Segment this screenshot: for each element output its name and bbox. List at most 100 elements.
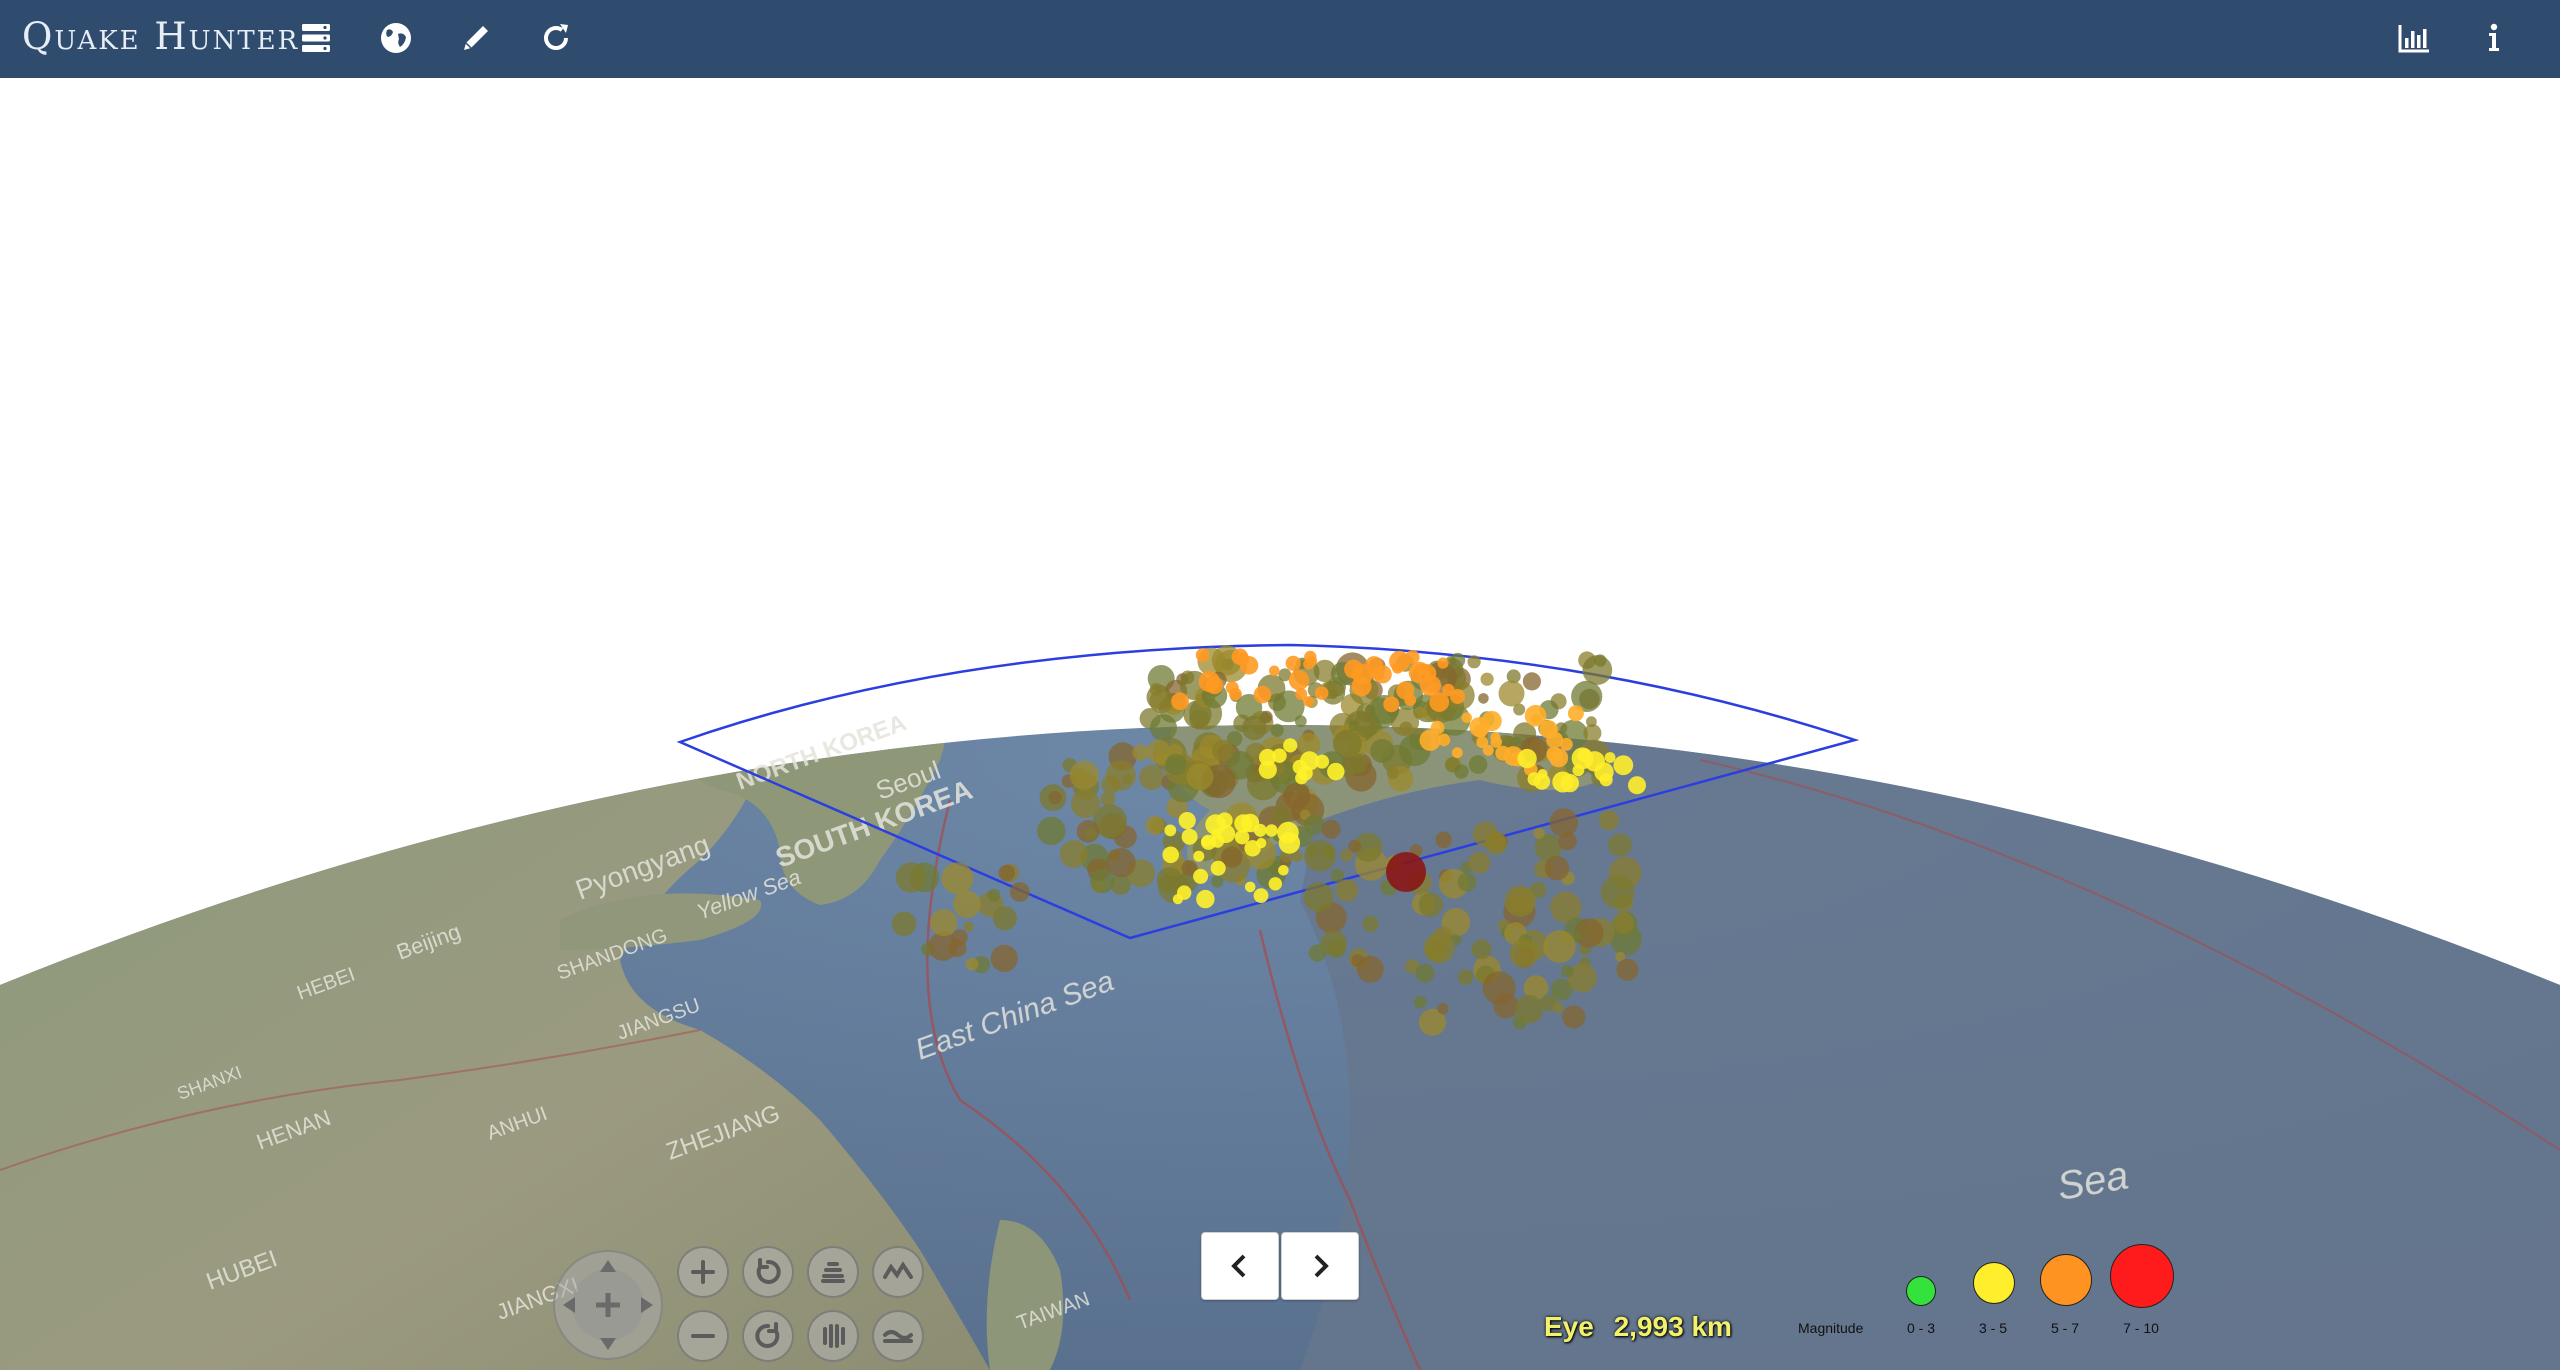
zoom-out-button[interactable] [677, 1310, 729, 1362]
quake-marker[interactable] [1430, 720, 1445, 735]
quake-marker[interactable] [1283, 782, 1310, 810]
quake-marker[interactable] [1472, 821, 1499, 847]
quake-marker[interactable] [1193, 868, 1209, 884]
quake-marker-major[interactable] [1386, 852, 1426, 892]
quake-marker[interactable] [1069, 760, 1099, 790]
quake-marker[interactable] [895, 862, 927, 893]
layers-button[interactable] [288, 10, 344, 66]
quake-marker[interactable] [1616, 958, 1639, 981]
quake-marker[interactable] [1598, 810, 1619, 831]
quake-marker[interactable] [1344, 659, 1364, 679]
globe-button[interactable] [368, 10, 424, 66]
quake-marker[interactable] [1546, 746, 1562, 763]
quake-marker[interactable] [1423, 932, 1455, 963]
quake-marker[interactable] [1195, 648, 1210, 662]
quake-marker[interactable] [1386, 767, 1399, 780]
quake-marker[interactable] [1304, 839, 1336, 872]
quake-marker[interactable] [1037, 816, 1066, 846]
quake-marker[interactable] [1362, 915, 1379, 932]
quake-marker[interactable] [1582, 655, 1613, 685]
quake-marker[interactable] [1435, 831, 1452, 849]
quake-marker[interactable] [1244, 881, 1256, 893]
quake-marker[interactable] [1490, 736, 1503, 748]
quake-marker[interactable] [1478, 693, 1489, 704]
rotate-right-button[interactable] [742, 1310, 794, 1362]
quake-marker[interactable] [1450, 652, 1466, 668]
quake-marker[interactable] [1100, 791, 1116, 807]
quake-marker[interactable] [1303, 882, 1334, 912]
next-button[interactable] [1281, 1232, 1359, 1300]
quake-marker[interactable] [1612, 912, 1634, 934]
quake-marker[interactable] [1105, 760, 1136, 791]
quake-marker[interactable] [1196, 889, 1215, 909]
quake-marker[interactable] [987, 888, 1001, 902]
quake-marker[interactable] [1210, 860, 1226, 876]
quake-marker[interactable] [1396, 681, 1415, 700]
quake-marker[interactable] [1552, 1002, 1564, 1014]
quake-marker[interactable] [1181, 828, 1198, 845]
quake-marker[interactable] [1543, 930, 1576, 963]
quake-marker[interactable] [1468, 755, 1488, 774]
quake-marker[interactable] [1304, 814, 1325, 835]
tilt-up-button[interactable] [807, 1246, 859, 1298]
globe-canvas[interactable]: NORTH KOREA SOUTH KOREA Pyongyang Seoul … [0, 78, 2560, 1370]
quake-marker[interactable] [1211, 828, 1222, 839]
quake-marker[interactable] [1527, 772, 1542, 786]
quake-marker[interactable] [1383, 696, 1400, 713]
quake-marker[interactable] [1225, 681, 1239, 695]
quake-marker[interactable] [1307, 656, 1318, 667]
quake-marker[interactable] [1457, 969, 1474, 985]
quake-marker[interactable] [1577, 748, 1591, 763]
quake-marker[interactable] [1253, 685, 1272, 704]
quake-marker[interactable] [1149, 689, 1174, 714]
quake-marker[interactable] [1297, 765, 1313, 781]
quake-marker[interactable] [1604, 752, 1616, 763]
info-button[interactable] [2466, 10, 2522, 66]
quake-marker[interactable] [1271, 805, 1291, 825]
quake-marker[interactable] [1231, 648, 1249, 665]
quake-marker[interactable] [1162, 846, 1179, 864]
quake-marker[interactable] [1531, 713, 1542, 725]
quake-marker[interactable] [1522, 672, 1541, 691]
quake-marker[interactable] [1419, 674, 1441, 696]
quake-marker[interactable] [1560, 773, 1580, 793]
quake-marker[interactable] [1373, 665, 1392, 684]
quake-marker[interactable] [1451, 747, 1463, 759]
globe-viewport[interactable]: NORTH KOREA SOUTH KOREA Pyongyang Seoul … [0, 78, 2560, 1370]
quake-marker[interactable] [1567, 705, 1584, 722]
quake-marker[interactable] [1437, 657, 1449, 669]
quake-marker[interactable] [1600, 875, 1635, 909]
quake-marker[interactable] [1178, 812, 1196, 830]
quake-marker[interactable] [1253, 888, 1269, 903]
quake-marker[interactable] [1265, 824, 1278, 837]
quake-marker[interactable] [1467, 655, 1481, 669]
tilt-down-button[interactable] [807, 1310, 859, 1362]
previous-button[interactable] [1201, 1232, 1279, 1300]
quake-marker[interactable] [1258, 760, 1277, 779]
quake-marker[interactable] [1327, 762, 1345, 781]
quake-marker[interactable] [1544, 856, 1570, 881]
quake-marker[interactable] [1165, 754, 1187, 776]
quake-marker[interactable] [1084, 827, 1097, 840]
quake-marker[interactable] [1193, 850, 1205, 862]
quake-marker[interactable] [930, 909, 958, 937]
quake-marker[interactable] [1561, 964, 1574, 978]
quake-marker[interactable] [941, 862, 974, 895]
edit-button[interactable] [448, 10, 504, 66]
quake-marker[interactable] [1348, 839, 1361, 853]
quake-marker[interactable] [1240, 813, 1260, 833]
quake-marker[interactable] [1212, 739, 1234, 762]
quake-marker[interactable] [1509, 938, 1539, 968]
quake-marker[interactable] [891, 911, 917, 937]
quake-marker[interactable] [1437, 1003, 1449, 1015]
quake-marker[interactable] [1471, 939, 1492, 960]
quake-marker[interactable] [1480, 672, 1494, 686]
quake-marker[interactable] [1320, 930, 1347, 957]
quake-marker[interactable] [1476, 736, 1489, 749]
quake-marker[interactable] [1583, 724, 1602, 743]
quake-marker[interactable] [965, 957, 979, 971]
quake-marker[interactable] [1288, 669, 1310, 691]
exaggeration-up-button[interactable] [872, 1246, 924, 1298]
quake-marker[interactable] [1150, 714, 1177, 742]
quake-marker[interactable] [1132, 744, 1149, 761]
